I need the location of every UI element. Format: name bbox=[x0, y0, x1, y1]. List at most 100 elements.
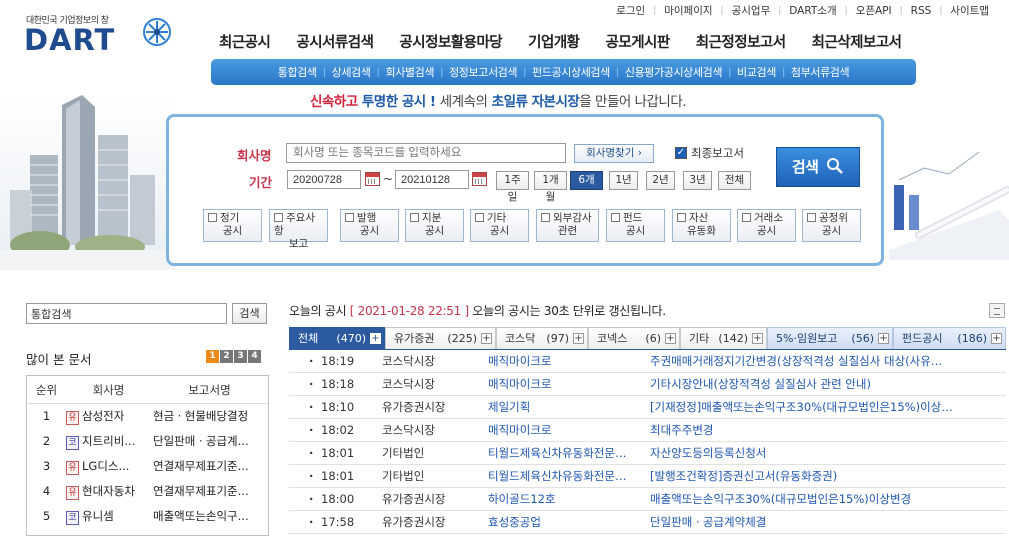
nav-offering-board[interactable]: 공모게시판 bbox=[593, 31, 683, 52]
list-item[interactable]: 18:00 유가증권시장 하이골드12호 매출액또는손익구조30%(대규모법인은… bbox=[289, 488, 1006, 511]
report-link[interactable]: 매출액또는손익구조30%(대규모법인은15%)이상변경 bbox=[650, 488, 1000, 510]
integrated-search-input[interactable] bbox=[26, 303, 227, 324]
nav-info-usage[interactable]: 공시정보활용마당 bbox=[386, 31, 515, 52]
list-item[interactable]: 18:19 코스닥시장 매직마이크로 주권매매거래정지기간변경(상장적격성 실질… bbox=[289, 350, 1006, 373]
company-link[interactable]: 현대자동차 bbox=[82, 484, 135, 498]
page-1-button[interactable]: 1 bbox=[206, 350, 219, 363]
plus-icon[interactable]: + bbox=[481, 333, 492, 344]
tab-konex[interactable]: 코넥스 (6) + bbox=[588, 327, 680, 349]
tab-fund[interactable]: 펀드공시 (186) + bbox=[893, 327, 1006, 349]
subnav-company[interactable]: 회사별검색 bbox=[379, 64, 440, 80]
mypage-link[interactable]: 마이페이지 bbox=[656, 3, 720, 18]
report-link[interactable]: 기타시장안내(상장적격성 실질심사 관련 안내) bbox=[650, 373, 1000, 395]
plus-icon[interactable]: + bbox=[991, 333, 1002, 344]
report-link[interactable]: [기재정정]매출액또는손익구조30%(대규모법인은15%)이상… bbox=[650, 396, 1000, 418]
report-link[interactable]: 현금ㆍ현물배당결정 bbox=[151, 404, 266, 429]
tab-all[interactable]: 전체 (470) + bbox=[289, 327, 385, 349]
period-1week-button[interactable]: 1주일 bbox=[496, 171, 529, 203]
list-item[interactable]: 18:02 코스닥시장 매직마이크로 최대주주변경 bbox=[289, 419, 1006, 442]
type-fund-button[interactable]: 펀드 공시 bbox=[606, 209, 665, 242]
date-to-input[interactable] bbox=[395, 170, 469, 189]
report-link[interactable]: 단일판매ㆍ공급계약체결 bbox=[650, 511, 1000, 533]
report-link[interactable]: 연결재무제표기준... bbox=[151, 479, 266, 504]
plus-icon[interactable]: + bbox=[573, 333, 584, 344]
list-item[interactable]: 18:01 기타법인 티월드제육신차유동화전문… 자산양도등의등록신청서 bbox=[289, 442, 1006, 465]
type-ftc-button[interactable]: 공정위 공시 bbox=[802, 209, 861, 242]
period-2year-button[interactable]: 2년 bbox=[646, 171, 675, 190]
sitemap-link[interactable]: 사이트맵 bbox=[942, 3, 997, 18]
type-major-button[interactable]: 주요사항 보고 bbox=[269, 209, 328, 250]
report-link[interactable]: 연결재무제표기준... bbox=[151, 454, 266, 479]
calendar-icon[interactable] bbox=[472, 172, 487, 186]
type-issuance-button[interactable]: 발행 공시 bbox=[340, 209, 399, 242]
subnav-integrated[interactable]: 통합검색 bbox=[272, 64, 323, 80]
type-other-button[interactable]: 기타 공시 bbox=[470, 209, 529, 242]
type-audit-button[interactable]: 외부감사 관련 bbox=[536, 209, 599, 242]
company-link[interactable]: 효성중공업 bbox=[488, 511, 650, 533]
calendar-icon[interactable] bbox=[365, 172, 380, 186]
search-button[interactable]: 검색 bbox=[776, 147, 860, 187]
company-link[interactable]: 매직마이크로 bbox=[488, 373, 650, 395]
subnav-attachment[interactable]: 첨부서류검색 bbox=[785, 64, 855, 80]
company-link[interactable]: 티월드제육신차유동화전문… bbox=[488, 465, 650, 487]
plus-icon[interactable]: + bbox=[878, 333, 889, 344]
plus-icon[interactable]: + bbox=[370, 333, 381, 344]
company-link[interactable]: 삼성전자 bbox=[82, 409, 124, 423]
tab-5pct-exec[interactable]: 5%·임원보고 (56) + bbox=[767, 327, 893, 349]
subnav-fund[interactable]: 펀드공시상세검색 bbox=[526, 64, 616, 80]
list-item[interactable]: 17:58 유가증권시장 효성중공업 단일판매ㆍ공급계약체결 bbox=[289, 511, 1006, 534]
company-link[interactable]: LG디스... bbox=[82, 459, 129, 473]
table-row[interactable]: 1 유 삼성전자 현금ㆍ현물배당결정 bbox=[27, 404, 268, 429]
plus-icon[interactable]: + bbox=[665, 333, 676, 344]
page-3-button[interactable]: 3 bbox=[234, 350, 247, 363]
dart-logo[interactable]: 대한민국 기업정보의 창 DART bbox=[24, 11, 171, 57]
latest-report-checkbox[interactable]: ✓ bbox=[675, 147, 687, 159]
company-link[interactable]: 유니셈 bbox=[82, 509, 114, 523]
period-1month-button[interactable]: 1개월 bbox=[534, 171, 567, 203]
company-link[interactable]: 제일기획 bbox=[488, 396, 650, 418]
list-item[interactable]: 18:18 코스닥시장 매직마이크로 기타시장안내(상장적격성 실질심사 관련 … bbox=[289, 373, 1006, 396]
find-company-button[interactable]: 회사명찾기 › bbox=[574, 144, 654, 163]
nav-doc-search[interactable]: 공시서류검색 bbox=[283, 31, 386, 52]
about-dart-link[interactable]: DART소개 bbox=[781, 3, 844, 18]
nav-recent-deletions[interactable]: 최근삭제보고서 bbox=[799, 31, 915, 52]
company-link[interactable]: 매직마이크로 bbox=[488, 350, 650, 372]
company-link[interactable]: 지트리비... bbox=[82, 434, 135, 448]
period-3year-button[interactable]: 3년 bbox=[683, 171, 712, 190]
report-link[interactable]: 단일판매ㆍ공급계... bbox=[151, 429, 266, 454]
more-icon[interactable] bbox=[989, 303, 1005, 318]
nav-recent[interactable]: 최근공시 bbox=[206, 31, 283, 52]
page-4-button[interactable]: 4 bbox=[248, 350, 261, 363]
plus-icon[interactable]: + bbox=[752, 333, 763, 344]
company-link[interactable]: 매직마이크로 bbox=[488, 419, 650, 441]
tab-kospi[interactable]: 유가증권 (225) + bbox=[385, 327, 496, 349]
nav-recent-corrections[interactable]: 최근정정보고서 bbox=[683, 31, 799, 52]
open-api-link[interactable]: 오픈API bbox=[848, 3, 900, 18]
disclosure-work-link[interactable]: 공시업무 bbox=[724, 3, 779, 18]
integrated-search-button[interactable]: 검색 bbox=[232, 303, 267, 324]
table-row[interactable]: 5 코 유니셈 매출액또는손익구... bbox=[27, 504, 268, 529]
table-row[interactable]: 2 코 지트리비... 단일판매ㆍ공급계... bbox=[27, 429, 268, 454]
list-item[interactable]: 18:01 기타법인 티월드제육신차유동화전문… [발행조건확정]증권신고서(유… bbox=[289, 465, 1006, 488]
nav-company-overview[interactable]: 기업개황 bbox=[515, 31, 592, 52]
list-item[interactable]: 18:10 유가증권시장 제일기획 [기재정정]매출액또는손익구조30%(대규모… bbox=[289, 396, 1006, 419]
login-link[interactable]: 로그인 bbox=[608, 3, 653, 18]
tab-other[interactable]: 기타 (142) + bbox=[680, 327, 767, 349]
type-abs-button[interactable]: 자산 유동화 bbox=[672, 209, 731, 242]
report-link[interactable]: 주권매매거래정지기간변경(상장적격성 실질심사 대상(사유… bbox=[650, 350, 1000, 372]
table-row[interactable]: 3 유 LG디스... 연결재무제표기준... bbox=[27, 454, 268, 479]
subnav-detail[interactable]: 상세검색 bbox=[326, 64, 377, 80]
subnav-compare[interactable]: 비교검색 bbox=[731, 64, 782, 80]
company-search-input[interactable] bbox=[286, 143, 566, 163]
table-row[interactable]: 4 유 현대자동차 연결재무제표기준... bbox=[27, 479, 268, 504]
page-2-button[interactable]: 2 bbox=[220, 350, 233, 363]
tab-kosdaq[interactable]: 코스닥 (97) + bbox=[496, 327, 588, 349]
type-exchange-button[interactable]: 거래소 공시 bbox=[737, 209, 796, 242]
period-6month-button[interactable]: 6개월 bbox=[570, 171, 603, 203]
type-equity-button[interactable]: 지분 공시 bbox=[405, 209, 464, 242]
report-link[interactable]: 최대주주변경 bbox=[650, 419, 1000, 441]
report-link[interactable]: [발행조건확정]증권신고서(유동화증권) bbox=[650, 465, 1000, 487]
company-link[interactable]: 티월드제육신차유동화전문… bbox=[488, 442, 650, 464]
report-link[interactable]: 매출액또는손익구... bbox=[151, 504, 266, 529]
period-all-button[interactable]: 전체 bbox=[718, 171, 751, 190]
